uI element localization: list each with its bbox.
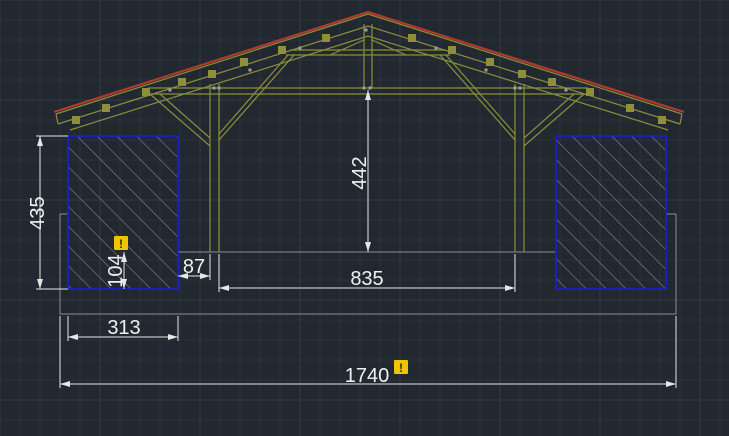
purlin-block xyxy=(408,34,416,42)
dim-block-width[interactable]: 313 xyxy=(107,317,140,339)
purlin-block xyxy=(486,58,494,66)
carport-elevation-drawing: 435 104 87 835 442 313 1740 ! ! xyxy=(0,0,729,436)
purlin-block xyxy=(626,104,634,112)
purlin-block xyxy=(586,88,594,96)
purlin-block xyxy=(278,46,286,54)
bolt-marker xyxy=(298,46,302,50)
purlin-block xyxy=(548,78,556,86)
bolt-marker xyxy=(518,86,522,90)
dim-gap[interactable]: 87 xyxy=(183,256,205,278)
purlin-block xyxy=(102,104,110,112)
bolt-marker xyxy=(484,68,488,72)
bolt-marker xyxy=(217,86,221,90)
warning-icon-glyph: ! xyxy=(399,361,403,375)
right-hatched-block[interactable] xyxy=(555,135,667,290)
warning-icon[interactable]: ! xyxy=(114,236,128,251)
warning-icon[interactable]: ! xyxy=(394,360,408,375)
cad-drawing-canvas[interactable]: 435 104 87 835 442 313 1740 ! ! xyxy=(0,0,729,436)
purlin-block xyxy=(208,70,216,78)
bolt-marker xyxy=(248,68,252,72)
purlin-block xyxy=(178,78,186,86)
purlin-block xyxy=(142,88,150,96)
bolt-marker xyxy=(362,86,366,90)
warning-icon-glyph: ! xyxy=(119,237,123,251)
bolt-marker xyxy=(364,28,368,32)
bolt-marker xyxy=(212,86,216,90)
dim-opening-width[interactable]: 835 xyxy=(350,268,383,290)
purlin-block xyxy=(72,116,80,124)
purlin-block xyxy=(240,58,248,66)
bolt-marker xyxy=(368,86,372,90)
purlin-block xyxy=(518,70,526,78)
purlin-block xyxy=(322,34,330,42)
bolt-marker xyxy=(513,86,517,90)
purlin-block xyxy=(658,116,666,124)
dim-post-height[interactable]: 442 xyxy=(349,156,371,189)
bolt-marker xyxy=(564,88,568,92)
dim-left-height[interactable]: 435 xyxy=(27,196,49,229)
bolt-marker xyxy=(434,46,438,50)
purlin-block xyxy=(448,46,456,54)
bolt-marker xyxy=(168,88,172,92)
dim-inner-height[interactable]: 104 xyxy=(105,254,127,287)
dim-total-width[interactable]: 1740 xyxy=(345,365,390,387)
